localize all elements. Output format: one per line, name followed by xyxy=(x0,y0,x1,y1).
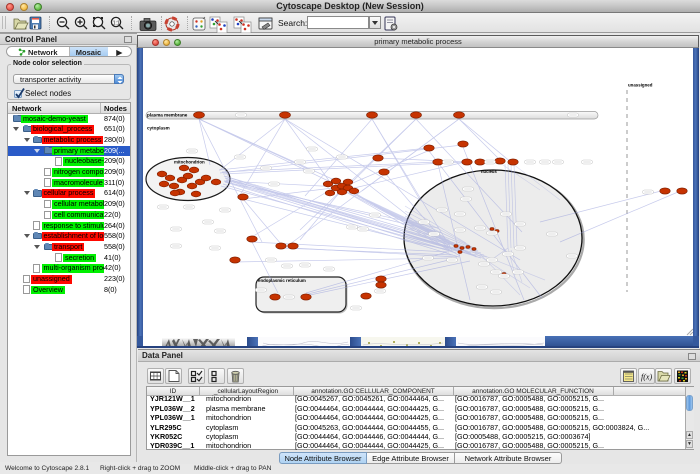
svg-text:unassigned: unassigned xyxy=(628,83,653,88)
svg-text:nucleus: nucleus xyxy=(481,169,497,174)
svg-text:mitochondrion: mitochondrion xyxy=(174,160,205,165)
svg-text:cytoplasm: cytoplasm xyxy=(147,126,170,131)
svg-text:plasma membrane: plasma membrane xyxy=(147,113,188,118)
svg-text:1:1: 1:1 xyxy=(113,20,120,26)
svg-text:f(x): f(x) xyxy=(641,373,652,382)
svg-text:endoplasmic reticulum: endoplasmic reticulum xyxy=(258,278,306,283)
